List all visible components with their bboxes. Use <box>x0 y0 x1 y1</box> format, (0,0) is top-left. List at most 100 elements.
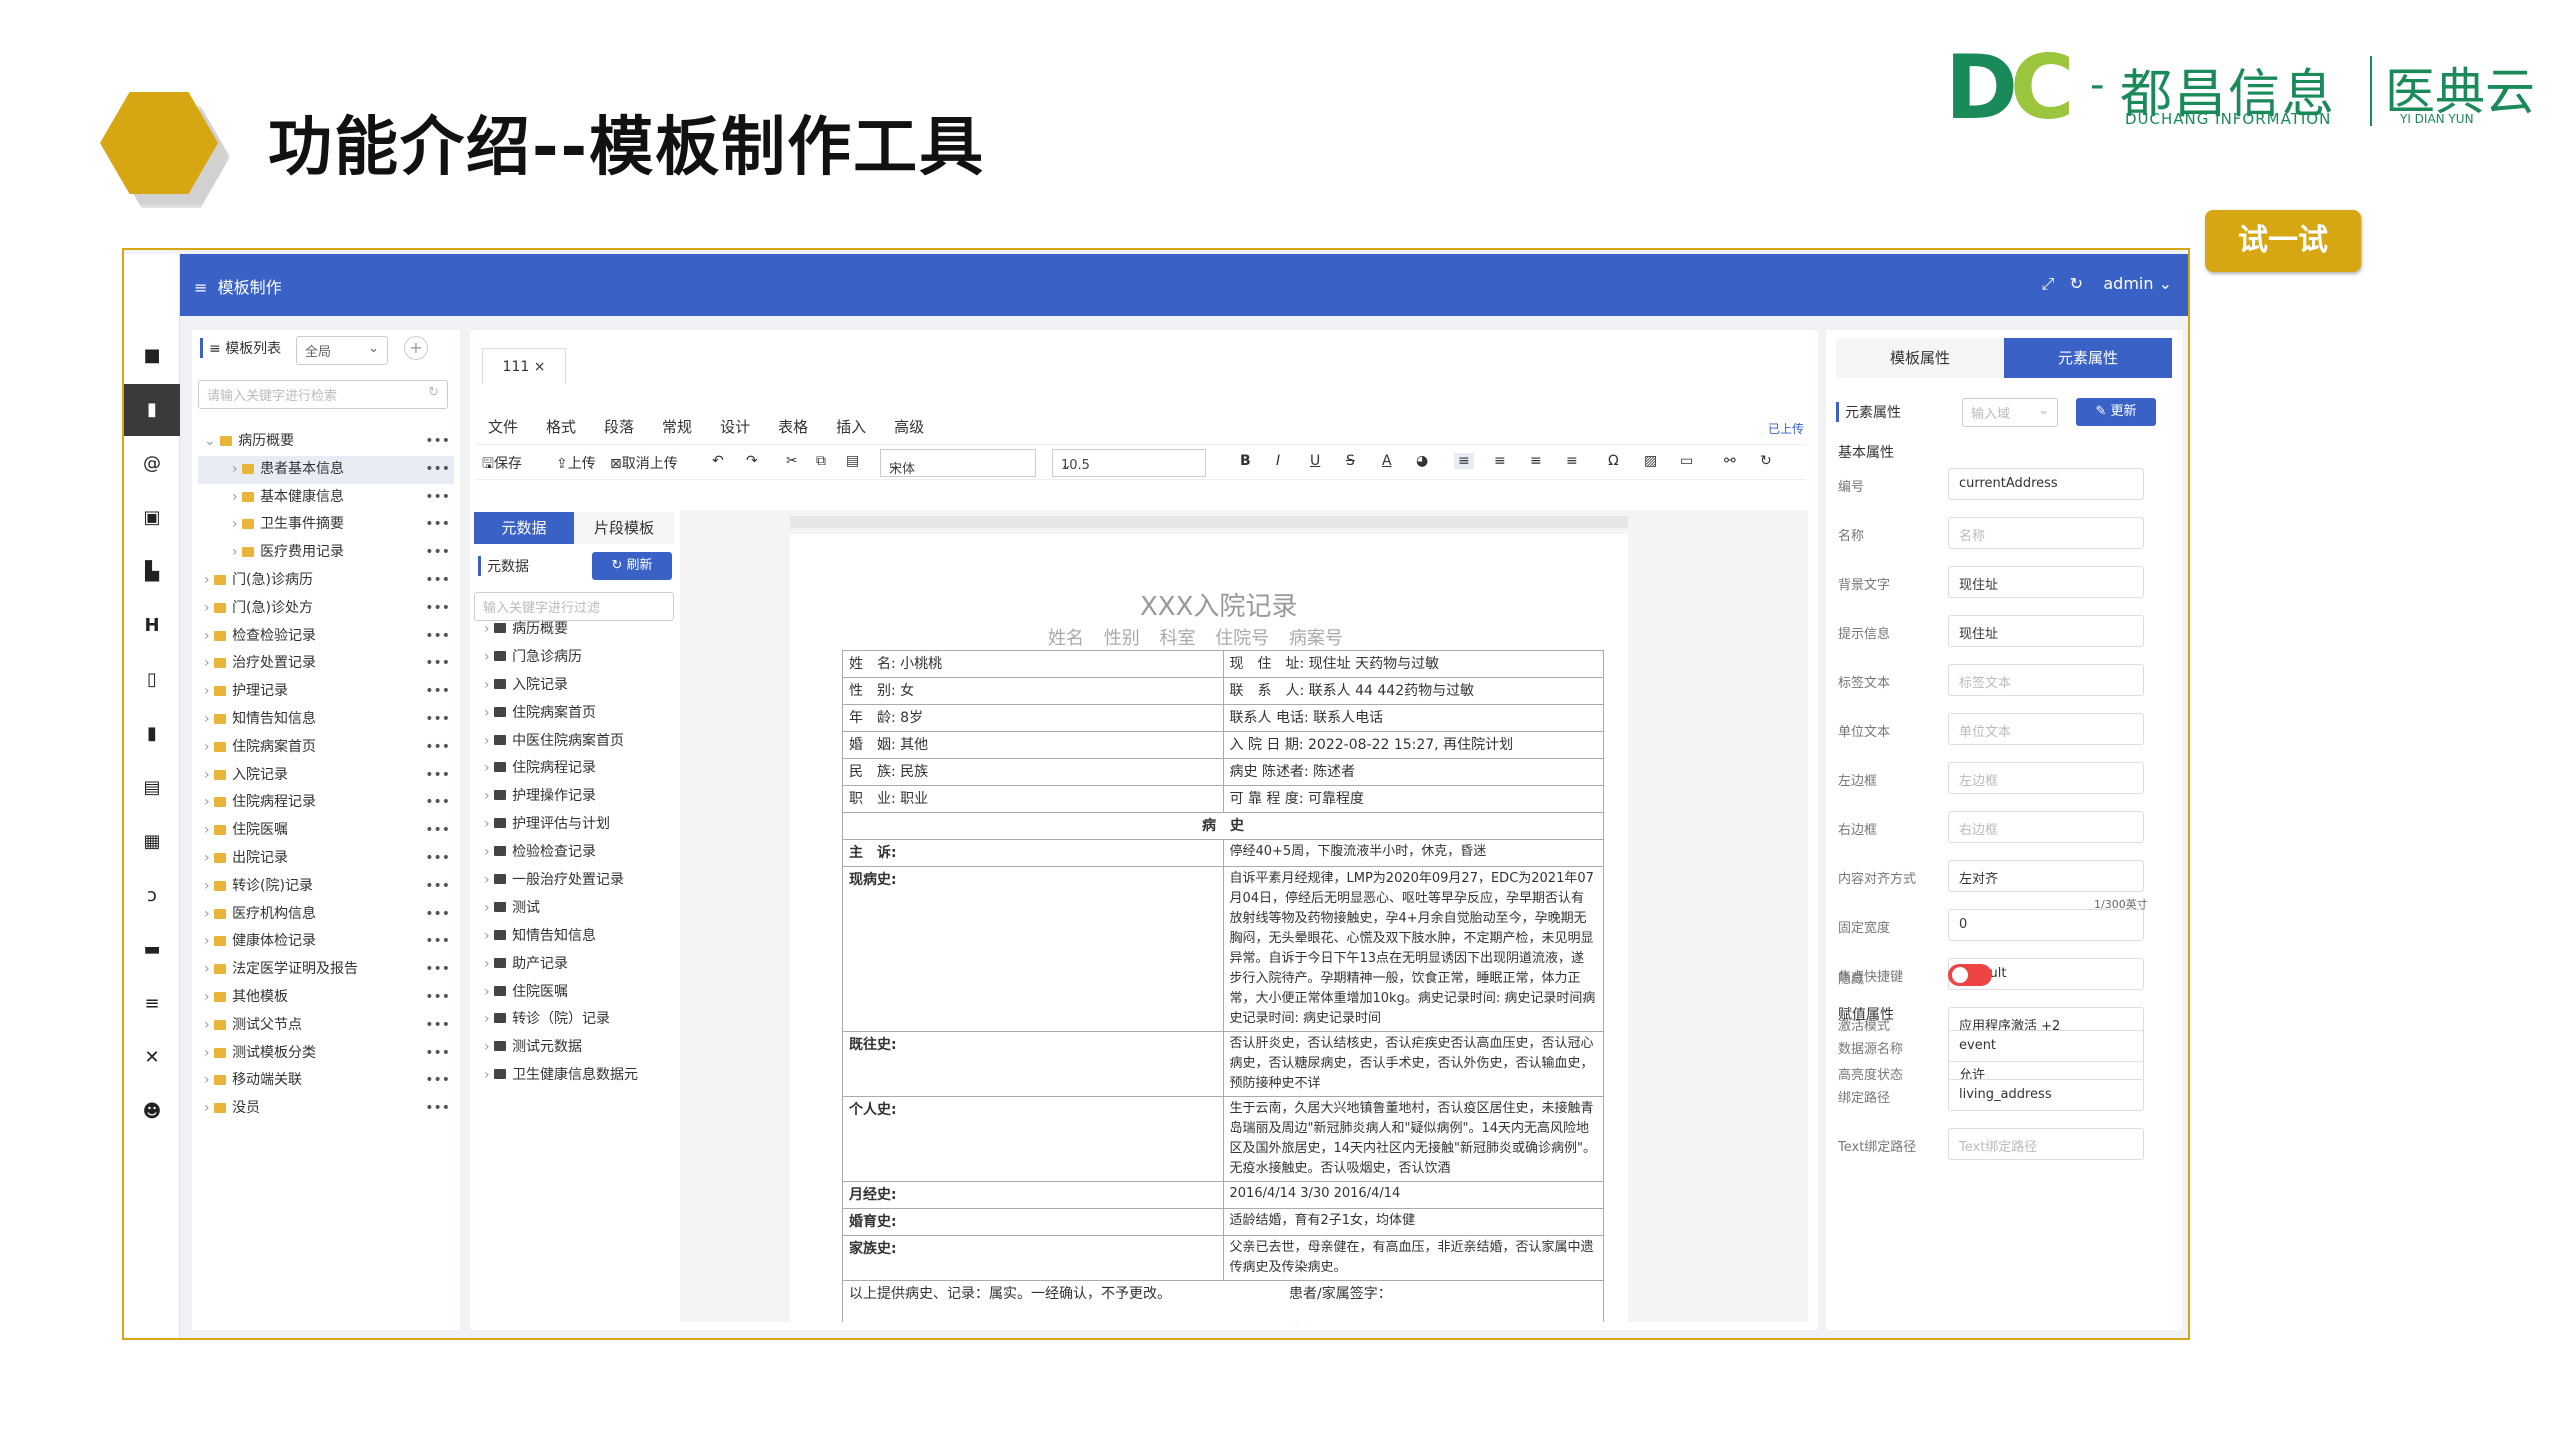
refresh-button[interactable]: ↻ 刷新 <box>592 552 672 580</box>
more-icon[interactable]: ••• <box>425 956 450 984</box>
record-field[interactable]: 职 业: 职业 <box>842 785 1224 813</box>
metadata-item[interactable]: › 一般治疗处置记录 <box>484 867 674 895</box>
property-input[interactable]: living_address <box>1948 1079 2144 1111</box>
more-icon[interactable]: ••• <box>425 845 450 873</box>
image-icon[interactable]: ▨ <box>1644 453 1657 469</box>
record-field[interactable]: 入 院 日 期: 2022-08-22 15:27, 再住院计划 <box>1222 731 1604 759</box>
tree-item[interactable]: › 医疗机构信息 ••• <box>198 901 454 929</box>
scope-select[interactable]: 全局 ⌄ <box>296 336 388 365</box>
menu-item[interactable]: 插入 <box>836 418 866 436</box>
mobile-icon[interactable]: ▯ <box>140 668 164 692</box>
bold-icon[interactable]: B <box>1240 453 1251 469</box>
metadata-item[interactable]: › 检验检查记录 <box>484 839 674 867</box>
hospital-icon[interactable]: H <box>140 614 164 638</box>
more-icon[interactable]: ••• <box>425 1067 450 1095</box>
section-content[interactable]: 停经40+5周，下腹流液半小时，休克，昏迷 <box>1222 839 1604 867</box>
statement-cell[interactable]: 以上提供病史、记录：属实。一经确认，不予更改。患者/家属签字：签字日期： <box>842 1280 1604 1322</box>
font-color-icon[interactable]: A <box>1382 453 1392 469</box>
tools-icon[interactable]: ✕ <box>140 1046 164 1070</box>
chevron-icon[interactable]: › <box>204 989 214 1005</box>
font-size-select[interactable]: 10.5 ⌄ <box>1052 449 1206 477</box>
font-family-select[interactable]: 宋体 ⌄ <box>880 449 1036 477</box>
chevron-icon[interactable]: › <box>204 683 214 699</box>
more-icon[interactable]: ••• <box>425 762 450 790</box>
underline-icon[interactable]: U <box>1310 453 1320 469</box>
metadata-item[interactable]: › 知情告知信息 <box>484 923 674 951</box>
section-label[interactable]: 个人史: <box>842 1096 1224 1182</box>
more-icon[interactable]: ••• <box>425 1040 450 1068</box>
chevron-icon[interactable]: › <box>204 1017 214 1033</box>
document-icon[interactable]: ▮ <box>140 398 164 422</box>
chevron-icon[interactable]: › <box>204 600 214 616</box>
more-icon[interactable]: ••• <box>425 706 450 734</box>
update-button[interactable]: ✎ 更新 <box>2076 398 2156 426</box>
chevron-icon[interactable]: › <box>484 733 494 749</box>
users-icon[interactable]: ☻ <box>140 1100 164 1124</box>
tab-template-properties[interactable]: 模板属性 <box>1836 338 2004 378</box>
chevron-icon[interactable]: › <box>484 677 494 693</box>
paste-icon[interactable]: ▤ <box>846 453 859 469</box>
chevron-icon[interactable]: › <box>484 956 494 972</box>
align-right-icon[interactable]: ≡ <box>1530 453 1542 469</box>
refresh-icon[interactable]: ↻ <box>2070 274 2083 293</box>
section-label[interactable]: 婚育史: <box>842 1208 1224 1236</box>
section-content[interactable]: 适龄结婚，育有2子1女，均体健 <box>1222 1208 1604 1236</box>
chevron-icon[interactable]: › <box>484 788 494 804</box>
tree-item[interactable]: › 住院病程记录 ••• <box>198 789 454 817</box>
menu-icon[interactable]: ≡ <box>194 278 207 297</box>
section-content[interactable]: 父亲已去世，母亲健在，有高血压，非近亲结婚，否认家属中遗传病史及传染病史。 <box>1222 1235 1604 1281</box>
more-icon[interactable]: ••• <box>425 456 450 484</box>
metadata-item[interactable]: › 卫生健康信息数据元 <box>484 1062 674 1090</box>
tree-item[interactable]: › 测试父节点 ••• <box>198 1012 454 1040</box>
link-icon[interactable]: ⚯ <box>1724 453 1736 469</box>
metadata-item[interactable]: › 测试元数据 <box>484 1034 674 1062</box>
justify-icon[interactable]: ≡ <box>1566 453 1578 469</box>
property-input[interactable]: 左对齐 <box>1948 860 2144 892</box>
property-input[interactable]: 标签文本 <box>1948 664 2144 696</box>
chevron-icon[interactable]: › <box>484 705 494 721</box>
metadata-item[interactable]: › 入院记录 <box>484 672 674 700</box>
sitemap-icon[interactable]: ▙ <box>140 560 164 584</box>
tree-item[interactable]: › 测试模板分类 ••• <box>198 1040 454 1068</box>
metadata-item[interactable]: › 门急诊病历 <box>484 644 674 672</box>
property-input[interactable]: 单位文本 <box>1948 713 2144 745</box>
more-icon[interactable]: ••• <box>425 984 450 1012</box>
strikethrough-icon[interactable]: S <box>1346 453 1355 469</box>
metadata-item[interactable]: › 护理操作记录 <box>484 783 674 811</box>
chevron-icon[interactable]: › <box>484 844 494 860</box>
chevron-icon[interactable]: ⌄ <box>204 433 220 449</box>
tree-item[interactable]: › 住院病案首页 ••• <box>198 734 454 762</box>
refresh-icon[interactable]: ↻ <box>1760 453 1772 469</box>
record-field[interactable]: 姓 名: 小桃桃 <box>842 650 1224 678</box>
chevron-icon[interactable]: › <box>484 621 494 637</box>
tree-item[interactable]: › 护理记录 ••• <box>198 678 454 706</box>
property-input[interactable]: currentAddress <box>1948 468 2144 500</box>
screen-icon[interactable]: ▭ <box>1680 453 1693 469</box>
element-type-select[interactable]: 输入域 ⌄ <box>1962 398 2058 427</box>
metadata-item[interactable]: › 住院病案首页 <box>484 700 674 728</box>
chevron-icon[interactable]: › <box>204 655 214 671</box>
menu-item[interactable]: 格式 <box>546 418 576 436</box>
stethoscope-icon[interactable]: ↄ <box>140 884 164 908</box>
images-icon[interactable]: ▣ <box>140 506 164 530</box>
more-icon[interactable]: ••• <box>425 484 450 512</box>
more-icon[interactable]: ••• <box>425 539 450 567</box>
metadata-item[interactable]: › 中医住院病案首页 <box>484 728 674 756</box>
chevron-icon[interactable]: › <box>232 516 242 532</box>
chevron-icon[interactable]: › <box>484 816 494 832</box>
tree-item[interactable]: › 门(急)诊病历 ••• <box>198 567 454 595</box>
add-icon[interactable]: + <box>404 336 428 360</box>
try-button[interactable]: 试一试 <box>2205 210 2361 272</box>
more-icon[interactable]: ••• <box>425 595 450 623</box>
property-input[interactable]: 左边框 <box>1948 762 2144 794</box>
chevron-icon[interactable]: › <box>484 900 494 916</box>
chevron-icon[interactable]: › <box>204 628 214 644</box>
undo-icon[interactable]: ↶ <box>712 453 724 469</box>
section-label[interactable]: 主 诉: <box>842 839 1224 867</box>
tree-item[interactable]: › 住院医嘱 ••• <box>198 817 454 845</box>
more-icon[interactable]: ••• <box>425 678 450 706</box>
record-field[interactable]: 民 族: 民族 <box>842 758 1224 786</box>
align-center-icon[interactable]: ≡ <box>1494 453 1506 469</box>
tree-item[interactable]: › 其他模板 ••• <box>198 984 454 1012</box>
upload-button[interactable]: ⇪上传 <box>556 453 596 473</box>
